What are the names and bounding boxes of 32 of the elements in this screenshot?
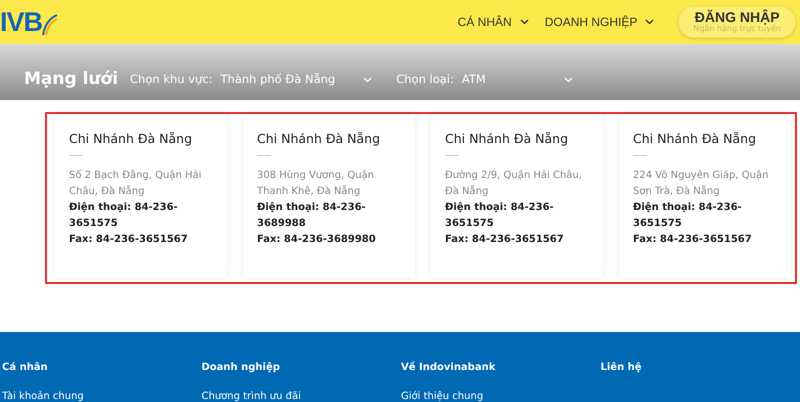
branch-address: 308 Hùng Vương, Quận Thanh Khê, Đà Nẵng <box>257 168 376 199</box>
branch-fax: Fax: 84-236-3651567 <box>633 232 753 247</box>
nav-link[interactable]: DOANH NGHIỆP <box>544 13 638 31</box>
branch-name: Chi Nhánh Đà Nẵng <box>633 130 758 148</box>
bank-logo[interactable]: IVB <box>0 8 58 36</box>
branch-fax: Fax: 84-236-3651567 <box>445 232 565 247</box>
branch-fax: Fax: 84-236-3651567 <box>69 232 189 247</box>
footer-heading: Liên hệ <box>600 361 643 375</box>
caret-icon <box>564 77 573 83</box>
footer-heading: Về Indovinabank <box>401 360 496 375</box>
footer-link[interactable]: Tài khoản chung <box>2 389 202 402</box>
branch-phone: Điện thoại: 84-236-3651575 <box>633 200 743 231</box>
footer-heading: Doanh nghiệp <box>202 361 281 375</box>
branch-address: Số 2 Bạch Đằng, Quận Hải Châu, Đà Nẵng <box>69 168 202 199</box>
branch-fax: Fax: 84-236-3689980 <box>257 232 377 247</box>
caret-icon <box>645 19 654 25</box>
footer-link[interactable]: Chương trình ưu đãi <box>202 389 401 402</box>
swoosh-icon <box>42 14 58 36</box>
caret-icon <box>520 19 529 25</box>
branch-address: Đường 2/9, Quận Hải Châu, Đà Nẵng <box>445 168 583 199</box>
caret-icon <box>363 77 372 83</box>
branch-phone: Điện thoại: 84-236-3689988 <box>257 200 367 231</box>
branch-address: 224 Võ Nguyên Giáp, Quận Sơn Trà, Đà Nẵng <box>633 168 770 199</box>
branch-name: Chi Nhánh Đà Nẵng <box>445 130 570 148</box>
branch-phone: Điện thoại: 84-236-3651575 <box>445 200 555 231</box>
nav-link[interactable]: CÁ NHÂN <box>458 13 512 31</box>
branch-name: Chi Nhánh Đà Nẵng <box>257 130 382 148</box>
footer-link[interactable]: Giới thiệu chung <box>401 389 600 402</box>
branch-phone: Điện thoại: 84-236-3651575 <box>69 200 179 231</box>
section-title: Mạng lưới <box>24 68 118 92</box>
footer-heading: Cá nhân <box>2 361 49 375</box>
branch-name: Chi Nhánh Đà Nẵng <box>69 130 194 148</box>
